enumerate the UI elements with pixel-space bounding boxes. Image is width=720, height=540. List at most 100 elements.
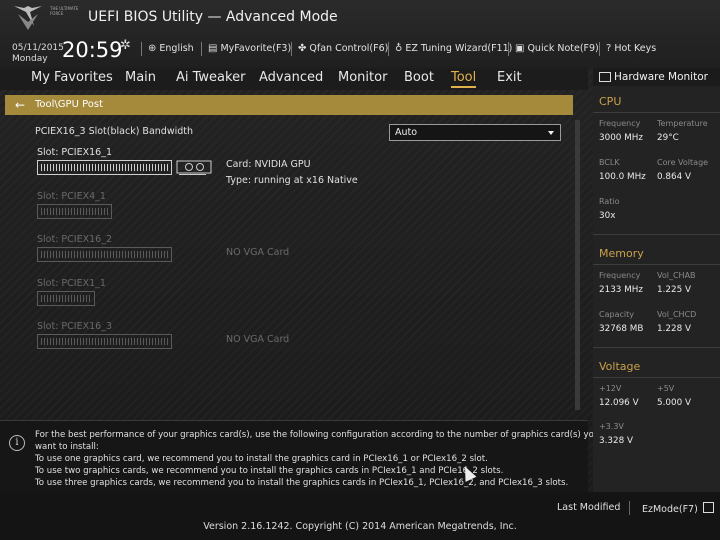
slot-label: Slot: PCIEX16_3 [37,321,112,332]
cpu-temperature-value: 29°C [657,133,679,143]
v33-value: 3.328 V [599,436,633,446]
note-icon: ▣ [515,43,525,54]
logo-text: THE ULTIMATE FORCE [50,6,79,16]
divider [593,377,720,378]
ez-tuning-icon: ♁ [395,43,403,54]
hot-keys-label: Hot Keys [614,43,657,54]
menu-boot[interactable]: Boot [404,70,434,85]
pcie-slot-graphic [37,160,172,175]
info-line: To use one graphics card, we recommend y… [35,454,488,464]
bandwidth-setting-label: PCIEX16_3 Slot(black) Bandwidth [35,126,194,137]
pcie-slot-graphic [37,291,95,306]
window-title: UEFI BIOS Utility — Advanced Mode [88,9,338,25]
info-line: For the best performance of your graphic… [35,430,600,440]
v5-value: 5.000 V [657,398,691,408]
fan-icon: ✤ [298,43,307,54]
info-icon: i [9,435,25,451]
qfan-label: Qfan Control(F6) [309,43,389,54]
menu-main[interactable]: Main [125,70,156,85]
hot-keys-button[interactable]: ? Hot Keys [606,43,656,54]
core-voltage-label: Core Voltage [657,158,709,167]
date: 05/11/2015 [12,43,64,53]
divider [593,347,720,348]
footer: Last Modified EzMode(F7) Version 2.16.12… [0,492,720,540]
v12-label: +12V [599,384,622,393]
language-label: English [159,43,194,54]
exit-icon [702,502,714,513]
v33-label: +3.3V [599,422,624,431]
clock-time: 20:59 [62,38,123,62]
favorite-icon: ▤ [208,43,218,54]
divider [291,42,292,56]
ratio-value: 30x [599,211,616,221]
vol-chcd-label: Vol_CHCD [657,310,697,319]
v5-label: +5V [657,384,675,393]
info-line: To use three graphics cards, we recommen… [35,478,569,488]
help-icon: ? [606,43,612,54]
slot-label: Slot: PCIEX1_1 [37,278,106,289]
main-menu: My Favorites Main Ai Tweaker Advanced Mo… [0,68,588,90]
memory-section-title: Memory [599,247,644,260]
pcie-slot-graphic [37,334,172,349]
slot-card-info: NO VGA Card [226,247,290,258]
divider [593,112,720,113]
bandwidth-select[interactable]: Auto [389,124,561,141]
myfavorite-label: MyFavorite(F3) [220,43,292,54]
menu-advanced[interactable]: Advanced [259,70,323,85]
memory-frequency-label: Frequency [599,271,641,280]
language-button[interactable]: ⊕ English [148,43,194,54]
menu-tool[interactable]: Tool [451,70,477,88]
hardware-monitor-panel: Hardware Monitor CPU Frequency 3000 MHz … [593,68,720,492]
slot-card-info: Card: NVIDIA GPU [226,159,311,170]
slot-type-info: Type: running at x16 Native [226,175,358,186]
vol-chab-value: 1.225 V [657,285,691,295]
myfavorite-button[interactable]: ▤ MyFavorite(F3) [208,43,291,54]
quick-note-label: Quick Note(F9) [527,43,599,54]
gear-icon[interactable]: ✲ [120,38,131,53]
breadcrumb: ← Tool\GPU Post [5,95,573,115]
help-info-panel: i For the best performance of your graph… [0,420,599,493]
quick-note-button[interactable]: ▣ Quick Note(F9) [515,43,599,54]
chevron-down-icon [548,131,554,135]
vol-chab-label: Vol_CHAB [657,271,696,280]
scrollbar[interactable] [575,120,580,410]
globe-icon: ⊕ [148,43,157,54]
core-voltage-value: 0.864 V [657,172,691,182]
pcie-slot-graphic [37,204,112,219]
monitor-icon [599,72,611,82]
weekday: Monday [12,54,48,64]
menu-ai-tweaker[interactable]: Ai Tweaker [176,70,245,85]
date-display: 05/11/2015 Monday [12,43,64,65]
info-line: want to install: [35,442,99,452]
slot-label: Slot: PCIEX16_2 [37,234,112,245]
bclk-label: BCLK [599,158,620,167]
memory-frequency-value: 2133 MHz [599,285,644,295]
last-modified-button[interactable]: Last Modified [557,502,620,513]
divider [593,234,720,235]
hardware-monitor-header: Hardware Monitor [593,68,720,86]
cpu-section-title: CPU [599,95,622,108]
bandwidth-select-value: Auto [395,127,418,138]
divider [599,42,600,56]
menu-exit[interactable]: Exit [497,70,522,85]
slot-card-info: NO VGA Card [226,334,290,345]
menu-monitor[interactable]: Monitor [338,70,387,85]
capacity-label: Capacity [599,310,634,319]
menu-my-favorites[interactable]: My Favorites [31,70,113,85]
info-line: To use two graphics cards, we recommend … [35,466,504,476]
qfan-button[interactable]: ✤ Qfan Control(F6) [298,43,388,54]
cpu-temperature-label: Temperature [657,119,708,128]
gpu-card-icon [176,160,212,175]
divider [201,42,202,56]
header: THE ULTIMATE FORCE UEFI BIOS Utility — A… [0,0,720,68]
pcie-slot-graphic [37,247,172,262]
divider [593,264,720,265]
ez-tuning-button[interactable]: ♁ EZ Tuning Wizard(F11) [395,43,512,54]
v12-value: 12.096 V [599,398,639,408]
ez-tuning-label: EZ Tuning Wizard(F11) [405,43,513,54]
ezmode-button[interactable]: EzMode(F7) [642,502,714,515]
back-arrow-icon[interactable]: ← [15,95,25,115]
bclk-value: 100.0 MHz [599,172,646,182]
cpu-frequency-value: 3000 MHz [599,133,644,143]
ratio-label: Ratio [599,197,620,206]
